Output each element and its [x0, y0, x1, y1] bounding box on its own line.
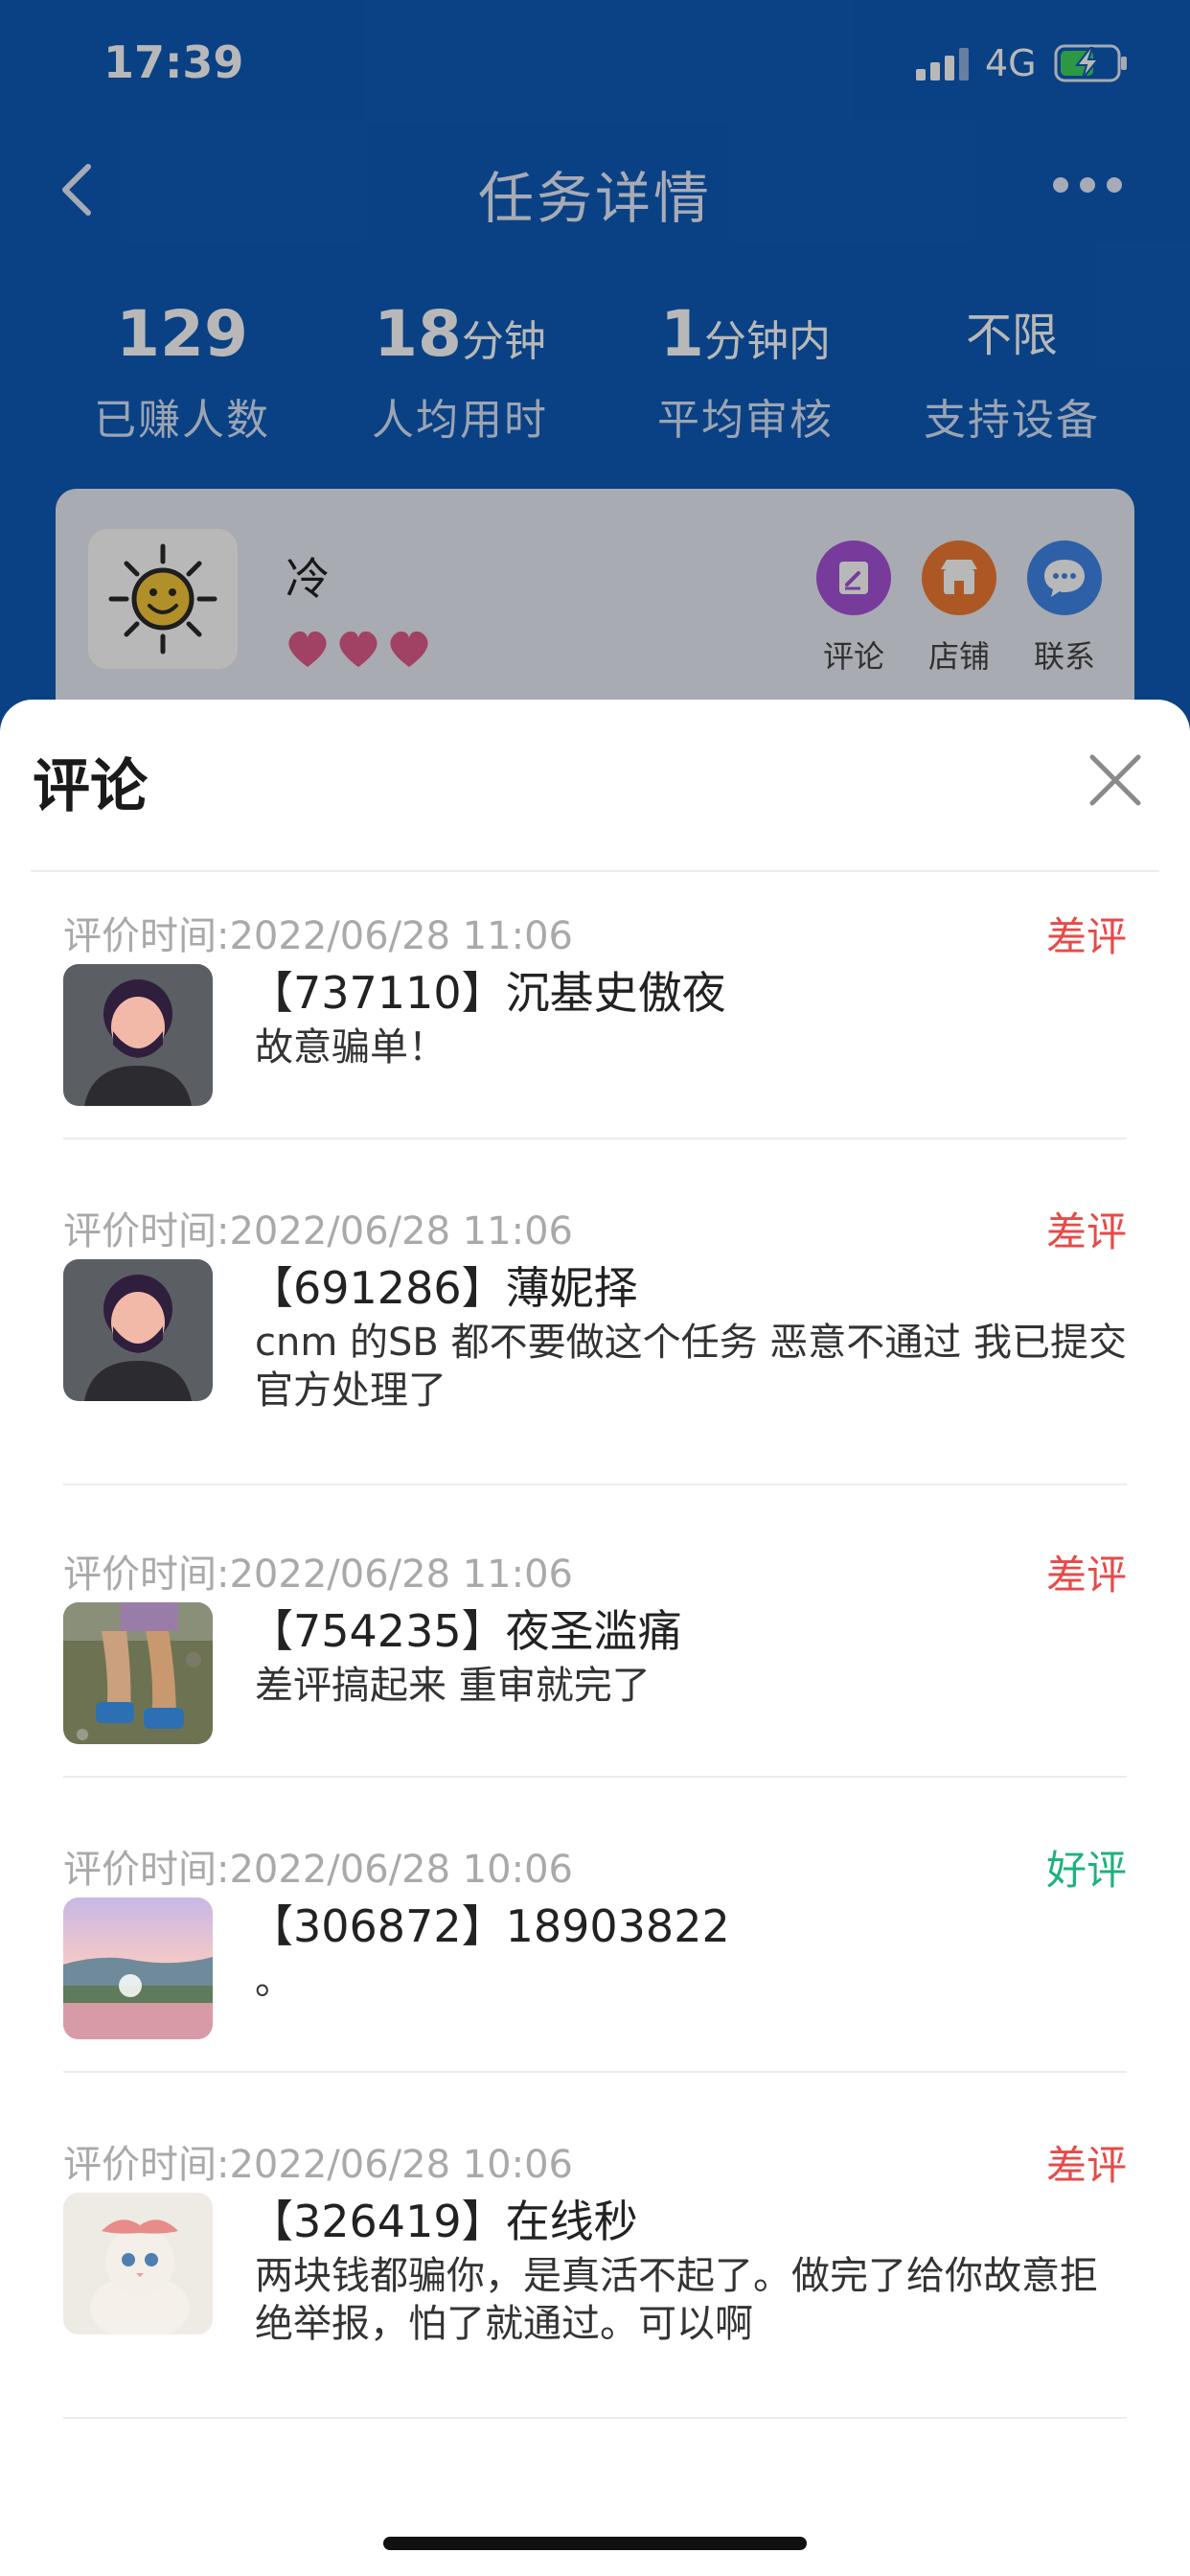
home-indicator[interactable]	[383, 2537, 807, 2550]
review-rating: 好评	[1045, 1847, 1127, 1894]
user-avatar[interactable]	[63, 1259, 213, 1401]
comments-sheet: 评论 评价时间:2022/06/28 11:06 差评 【737110】沉基史傲…	[0, 700, 1190, 2576]
sheet-divider	[31, 870, 1159, 872]
review-user: 【306872】18903822	[249, 1900, 730, 1952]
review-time: 评价时间:2022/06/28 11:06	[63, 1209, 574, 1254]
review-item: 评价时间:2022/06/28 10:06 好评 【306872】1890382…	[63, 1838, 1127, 2074]
review-item: 评价时间:2022/06/28 10:06 差评 【326419】在线秒 两块钱…	[63, 2133, 1127, 2421]
user-avatar[interactable]	[63, 2193, 213, 2334]
review-rating: 差评	[1045, 2142, 1127, 2189]
review-divider	[63, 2417, 1127, 2419]
user-avatar[interactable]	[63, 964, 213, 1106]
review-content: 两块钱都骗你，是真活不起了。做完了给你故意拒绝举报，怕了就通过。可以啊	[255, 2254, 1098, 2346]
review-content: 。	[255, 1959, 293, 2003]
user-avatar[interactable]	[63, 1898, 213, 2039]
sheet-title: 评论	[33, 753, 148, 820]
review-time: 评价时间:2022/06/28 10:06	[63, 2143, 574, 2187]
review-user: 【754235】夜圣滥痛	[249, 1605, 682, 1657]
review-rating: 差评	[1045, 913, 1127, 960]
review-rating: 差评	[1045, 1552, 1127, 1598]
review-user: 【691286】薄妮择	[249, 1262, 638, 1314]
review-time: 评价时间:2022/06/28 11:06	[63, 914, 574, 958]
review-item: 评价时间:2022/06/28 11:06 差评 【691286】薄妮择 cnm…	[63, 1200, 1127, 1487]
user-avatar[interactable]	[63, 1602, 213, 1744]
review-item: 评价时间:2022/06/28 11:06 差评 【754235】夜圣滥痛 差评…	[63, 1543, 1127, 1779]
review-divider	[63, 1484, 1127, 1485]
review-time: 评价时间:2022/06/28 10:06	[63, 1848, 574, 1892]
close-icon[interactable]	[1087, 751, 1144, 809]
review-user: 【737110】沉基史傲夜	[249, 967, 726, 1019]
review-divider	[63, 1138, 1127, 1139]
review-content: cnm 的SB 都不要做这个任务 恶意不通过 我已提交官方处理了	[255, 1321, 1127, 1413]
review-divider	[63, 1776, 1127, 1778]
review-time: 评价时间:2022/06/28 11:06	[63, 1552, 574, 1597]
review-user: 【326419】在线秒	[249, 2196, 638, 2247]
review-item: 评价时间:2022/06/28 11:06 差评 【737110】沉基史傲夜 故…	[63, 905, 1127, 1140]
review-rating: 差评	[1045, 1208, 1127, 1255]
review-content: 差评搞起来 重审就完了	[255, 1664, 651, 1708]
review-content: 故意骗单！	[255, 1025, 446, 1070]
review-divider	[63, 2071, 1127, 2073]
